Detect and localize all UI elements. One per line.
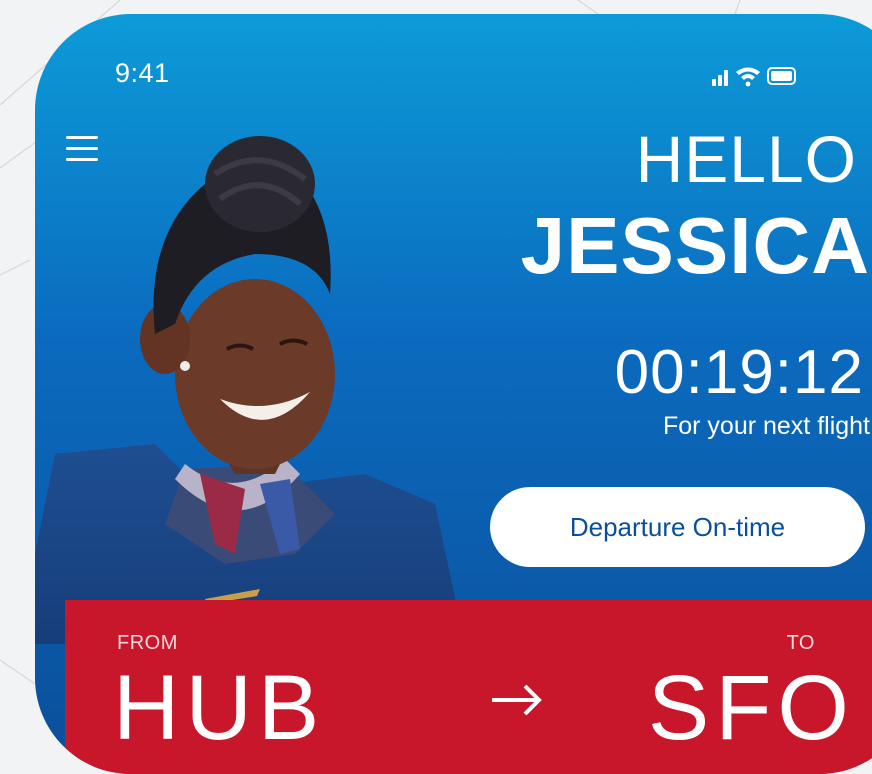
signal-icon	[712, 70, 728, 86]
countdown-caption: For your next flight	[662, 412, 870, 440]
flight-route-card[interactable]: FROM TO HUB SFO	[65, 600, 872, 774]
greeting-name: JESSICA	[520, 201, 870, 290]
route-to-code: SFO	[647, 657, 855, 759]
arrow-right-icon	[492, 684, 542, 716]
departure-status-button[interactable]: Departure On-time	[490, 487, 865, 567]
battery-icon	[767, 67, 796, 85]
route-from-code: HUB	[113, 657, 326, 759]
phone-screen: 9:41 HELLO JESSICA 00:19:12 For your nex…	[35, 14, 872, 774]
greeting-hello: HELLO	[635, 122, 857, 196]
route-from-label: FROM	[117, 632, 178, 654]
wifi-icon	[736, 67, 760, 87]
flight-countdown: 00:19:12	[614, 338, 864, 407]
route-to-label: TO	[786, 632, 815, 654]
status-bar-icons	[712, 67, 796, 87]
status-bar-time: 9:41	[115, 58, 170, 88]
flight-attendant-photo	[35, 136, 465, 644]
